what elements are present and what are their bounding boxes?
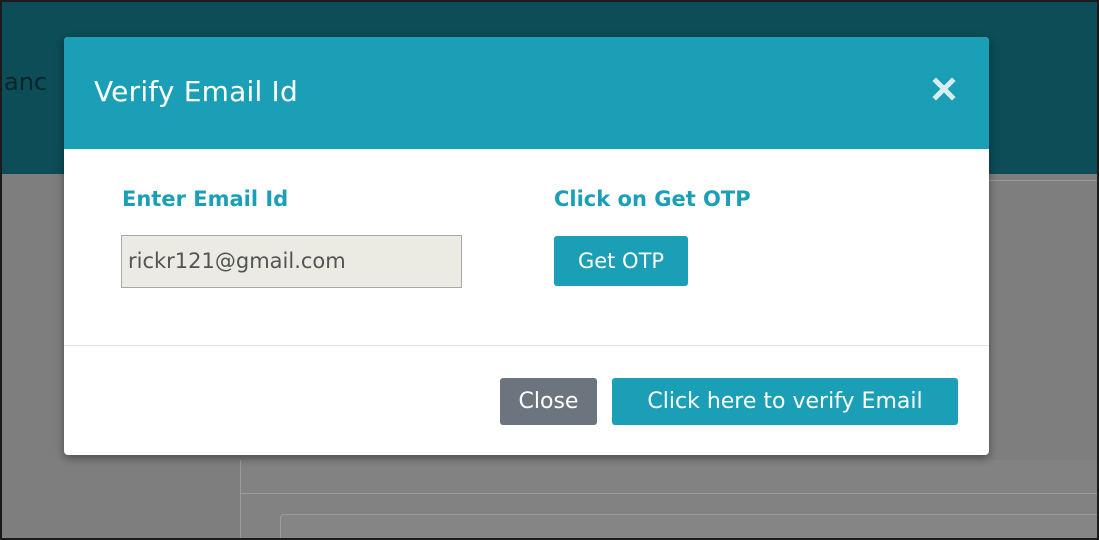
modal-footer-divider xyxy=(64,345,989,346)
close-x-icon[interactable] xyxy=(931,73,957,103)
verify-email-modal: Verify Email Id Enter Email Id rickr121@… xyxy=(64,37,989,455)
page-inner-card xyxy=(280,514,1097,538)
close-button[interactable]: Close xyxy=(500,378,597,425)
modal-body: Enter Email Id rickr121@gmail.com Click … xyxy=(64,149,989,346)
get-otp-button[interactable]: Get OTP xyxy=(554,236,688,286)
email-field[interactable]: rickr121@gmail.com xyxy=(121,235,462,288)
otp-label: Click on Get OTP xyxy=(554,187,751,211)
modal-title: Verify Email Id xyxy=(94,75,298,108)
email-label: Enter Email Id xyxy=(122,187,289,211)
verify-email-button[interactable]: Click here to verify Email xyxy=(612,378,958,425)
screenshot-frame: anc Verify Email Id Enter Email Id rickr… xyxy=(0,0,1099,540)
page-header-text: anc xyxy=(4,68,48,96)
page-panel-divider xyxy=(240,493,1097,494)
page-divider xyxy=(987,180,1097,181)
modal-header: Verify Email Id xyxy=(64,37,989,149)
